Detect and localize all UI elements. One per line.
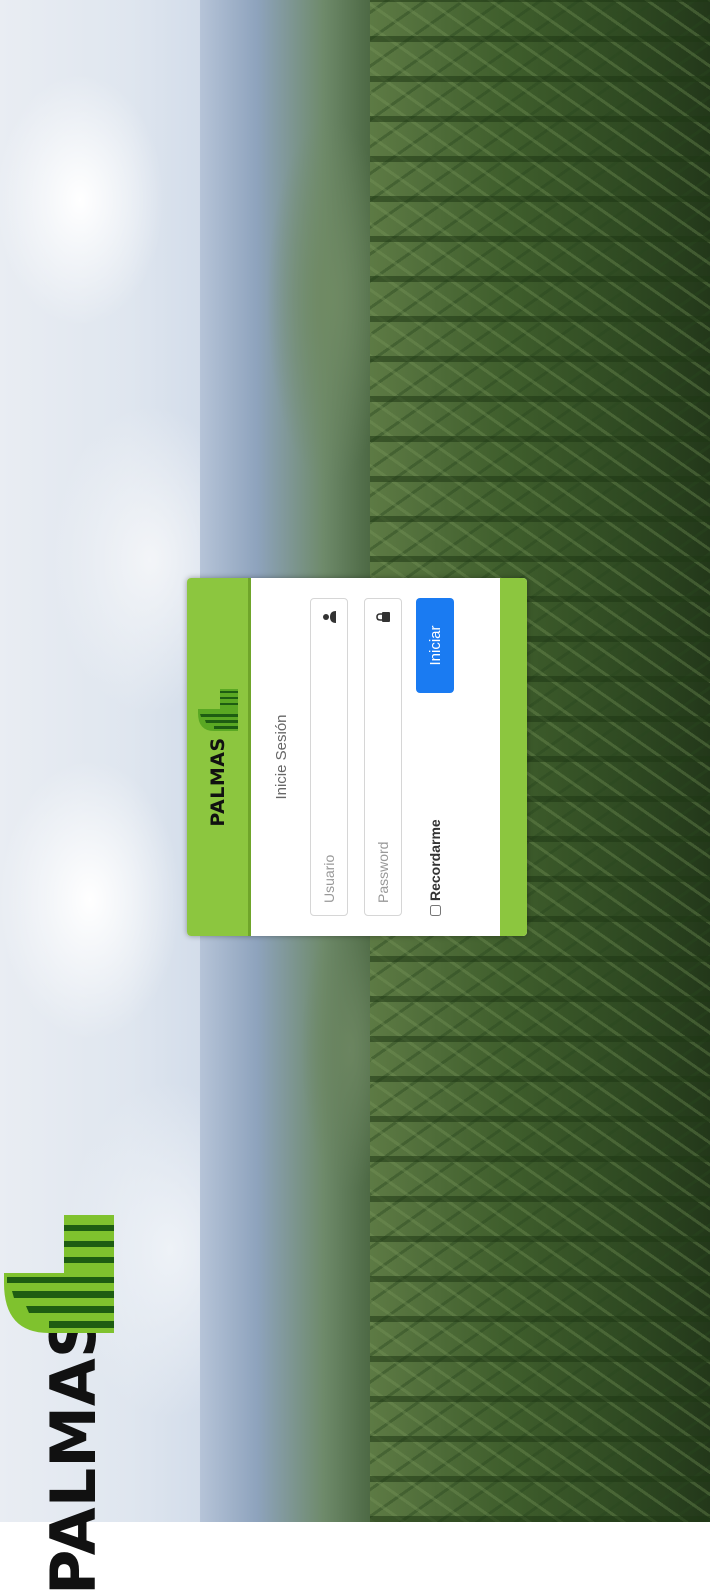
- palmas-logo-mark: PALMAS: [4, 1215, 114, 1595]
- remember-checkbox[interactable]: [429, 905, 441, 916]
- card-footer: [500, 578, 527, 936]
- login-actions-row: Recordarme Iniciar: [416, 598, 454, 916]
- password-input[interactable]: [374, 625, 392, 905]
- password-field[interactable]: [364, 598, 402, 916]
- username-input[interactable]: [320, 625, 338, 905]
- remember-me[interactable]: Recordarme: [427, 819, 443, 916]
- login-card-wrapper: PALMAS Inicie Sesión Usuario Recordarme …: [187, 578, 527, 936]
- background-logo-text: PALMAS: [37, 1313, 110, 1595]
- login-title: Inicie Sesión: [273, 714, 290, 800]
- card-body: Inicie Sesión Recordarme Iniciar: [273, 578, 454, 936]
- login-card: PALMAS Inicie Sesión Usuario Recordarme …: [187, 578, 527, 936]
- card-logo: PALMAS: [197, 687, 238, 827]
- login-button[interactable]: Iniciar: [416, 598, 454, 693]
- card-header: PALMAS: [187, 578, 251, 936]
- card-logo-text: PALMAS: [206, 737, 229, 827]
- username-field[interactable]: [310, 598, 348, 916]
- palm-logo-icon: [197, 689, 238, 732]
- lock-icon: [375, 609, 391, 625]
- remember-label: Recordarme: [427, 819, 443, 901]
- background-logo: PALMAS: [0, 1195, 120, 1595]
- user-icon: [321, 609, 337, 625]
